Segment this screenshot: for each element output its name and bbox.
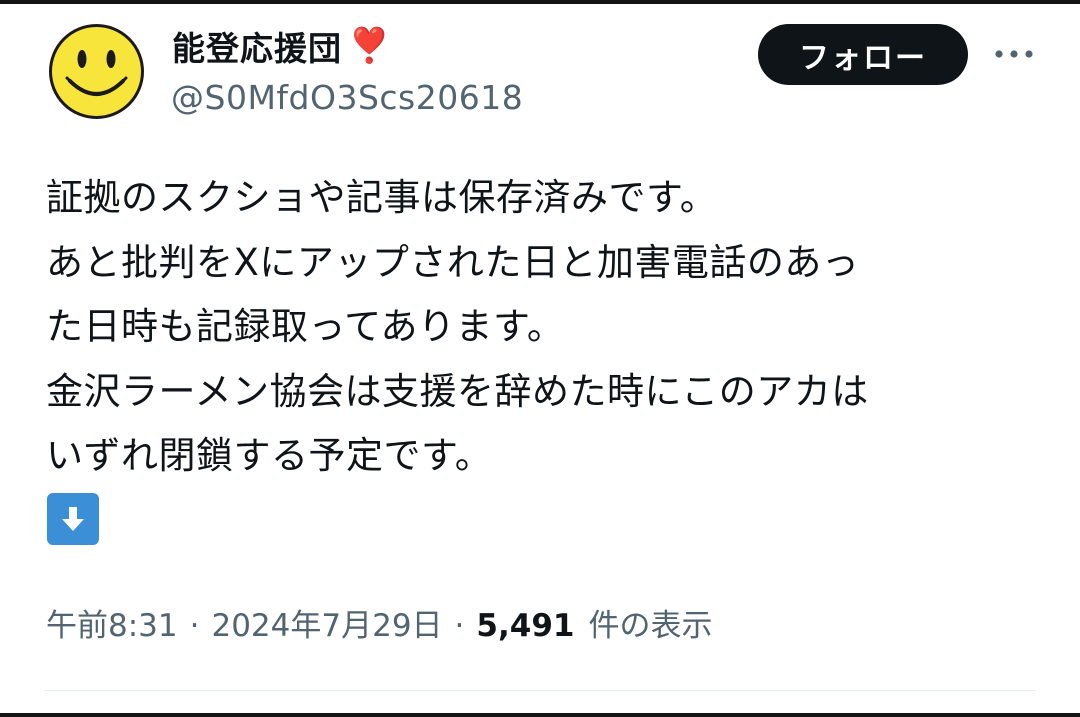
tweet-text: 証拠のスクショや記事は保存済みです。 あと批判をXにアップされた日と加害電話のあ…	[46, 166, 1046, 489]
tweet-line: た日時も記録取ってあります。	[46, 305, 565, 348]
heart-exclamation-icon: ❣️	[348, 26, 391, 66]
user-handle[interactable]: @S0MfdO3Scs20618	[171, 78, 523, 117]
author-name-row[interactable]: 能登応援団 ❣️	[172, 22, 390, 70]
follow-button[interactable]: フォロー	[758, 24, 968, 85]
meta-separator: ·	[189, 608, 200, 644]
divider	[44, 690, 1036, 691]
tweet-card: 能登応援団 ❣️ @S0MfdO3Scs20618 フォロー 証拠のスクショや記…	[0, 0, 1080, 717]
down-arrow-icon	[47, 493, 99, 545]
tweet-time[interactable]: 午前8:31	[46, 600, 178, 645]
tweet-line: 金沢ラーメン協会は支援を辞めた時にこのアカは	[46, 369, 869, 413]
views-count[interactable]: 5,491	[476, 608, 574, 644]
avatar[interactable]	[48, 23, 145, 120]
meta-separator: ·	[454, 608, 465, 644]
tweet-line: あと批判をXにアップされた日と加害電話のあっ	[46, 240, 860, 284]
more-options-button[interactable]	[990, 32, 1038, 76]
smiley-face-icon	[49, 24, 144, 119]
tweet-meta: 午前8:31 · 2024年7月29日 · 5,491 件の表示	[46, 600, 712, 645]
views-label[interactable]: 件の表示	[588, 600, 712, 645]
more-dots-icon	[995, 50, 1033, 58]
display-name[interactable]: 能登応援団	[172, 22, 342, 70]
tweet-line: 証拠のスクショや記事は保存済みです。	[46, 176, 718, 219]
tweet-date[interactable]: 2024年7月29日	[211, 600, 442, 645]
tweet-line: いずれ閉鎖する予定です。	[46, 434, 493, 477]
